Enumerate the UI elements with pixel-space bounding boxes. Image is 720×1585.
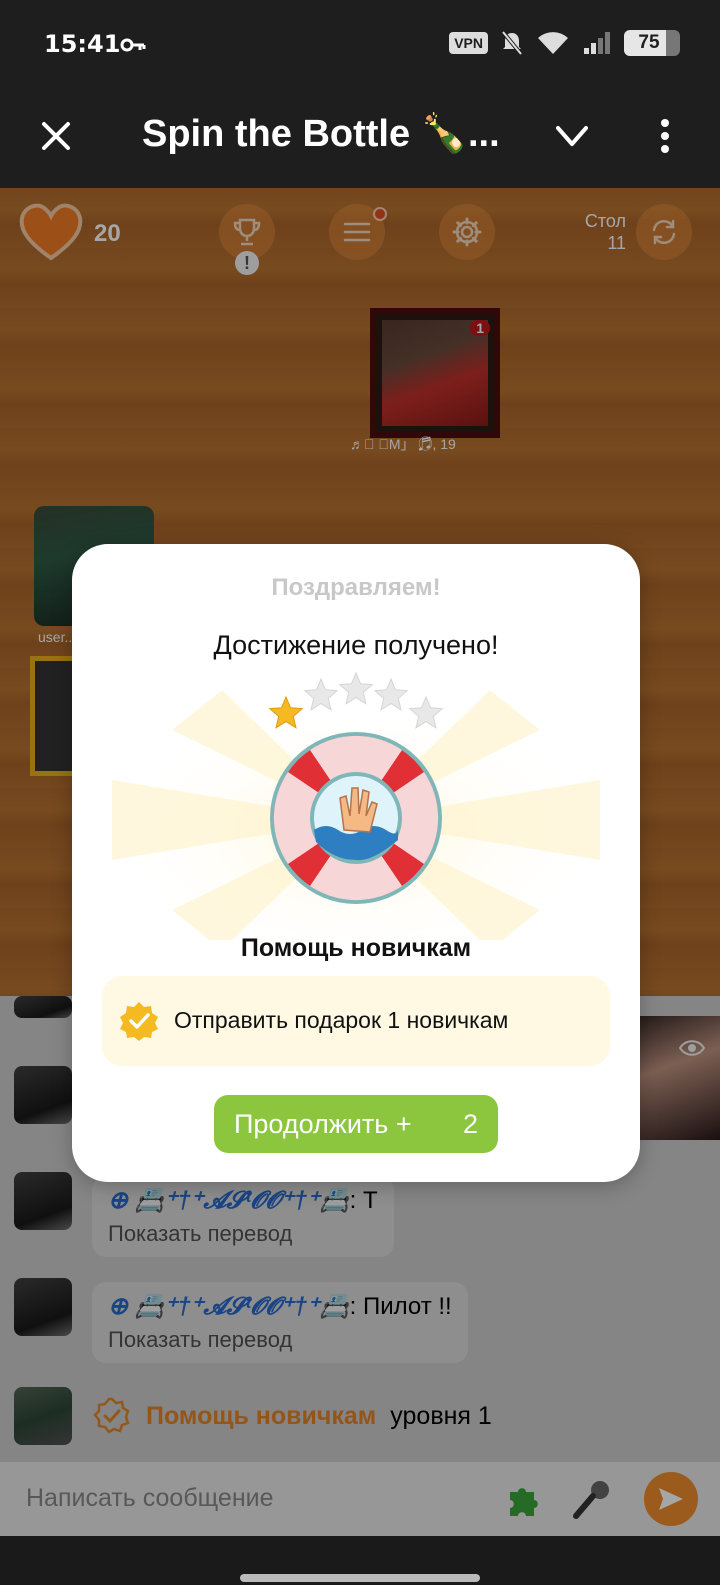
battery-indicator: 75 xyxy=(624,30,680,56)
message-input-bar: Написать сообщение xyxy=(0,1462,720,1536)
achievement-badge-art xyxy=(106,671,606,940)
status-icons: VPN 75 xyxy=(449,30,680,56)
lifebuoy-icon xyxy=(270,732,442,904)
home-handle[interactable] xyxy=(240,1574,480,1582)
achievement-task: Отправить подарок 1 новичкам xyxy=(102,976,610,1066)
achievement-title: Помощь новичкам xyxy=(240,934,472,962)
app-bar: Spin the Bottle 🍾... xyxy=(0,92,720,188)
continue-button[interactable]: Продолжить + 2 xyxy=(214,1095,498,1153)
dialog-subtitle: Достижение получено! xyxy=(213,630,499,660)
system-nav-bar xyxy=(0,1536,720,1585)
status-bar: 15:41 VPN 75 xyxy=(0,0,720,92)
vpn-badge: VPN xyxy=(449,32,488,54)
dialog-congrats: Поздравляем! xyxy=(271,574,441,601)
check-badge-icon xyxy=(120,1002,158,1041)
continue-label: Продолжить + xyxy=(234,1108,412,1139)
bell-off-icon xyxy=(501,30,523,56)
chevron-down-icon[interactable] xyxy=(552,118,592,154)
app-title: Spin the Bottle 🍾... xyxy=(142,113,500,155)
more-vert-icon[interactable] xyxy=(650,116,680,156)
battery-level: 75 xyxy=(638,32,660,53)
key-icon xyxy=(120,38,146,52)
signal-icon xyxy=(584,32,610,54)
status-time: 15:41 xyxy=(44,30,121,58)
achievement-task-text: Отправить подарок 1 новичкам xyxy=(174,1007,509,1033)
input-overlay xyxy=(0,1462,720,1536)
continue-reward: 2 xyxy=(462,1109,478,1139)
achievement-dialog: Поздравляем! Достижение получено! Помощь… xyxy=(72,544,640,1182)
close-icon[interactable] xyxy=(36,116,76,156)
wifi-icon xyxy=(538,32,568,54)
